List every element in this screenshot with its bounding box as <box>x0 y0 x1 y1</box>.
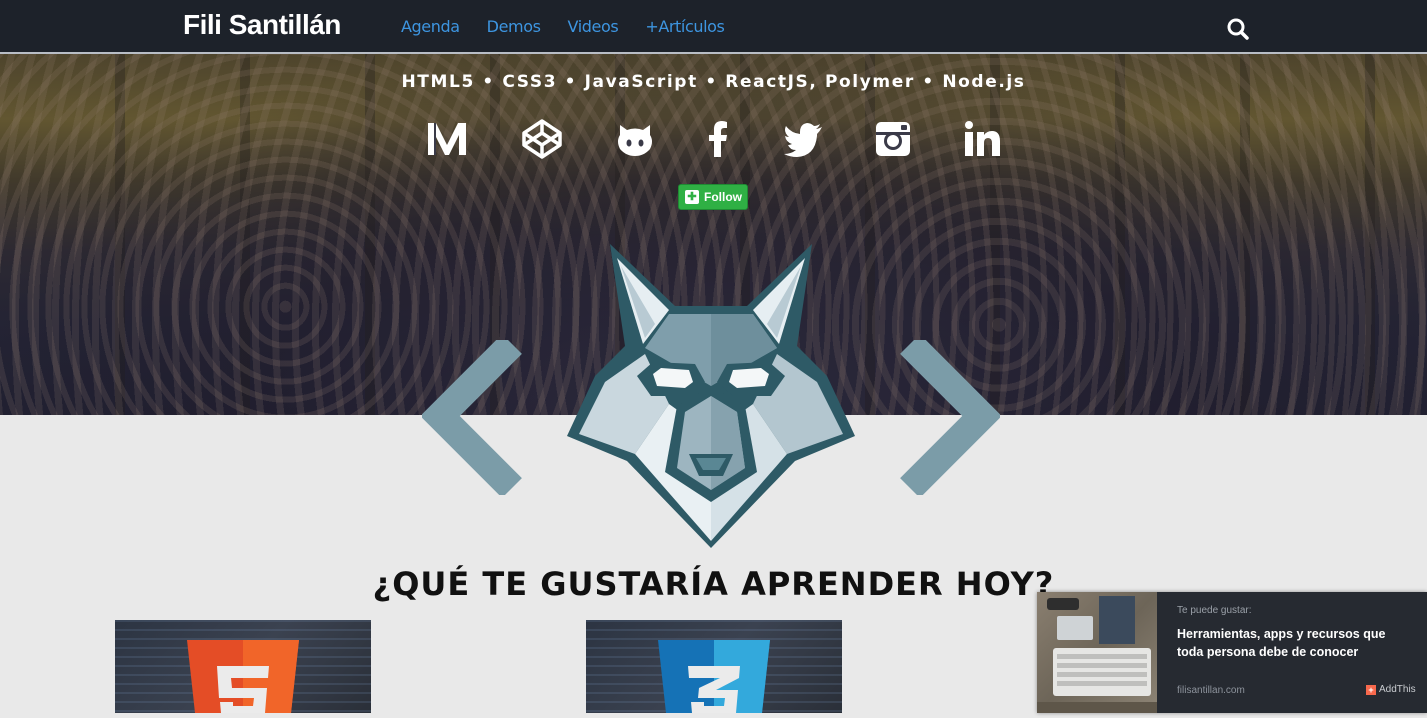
codepen-icon[interactable] <box>521 119 563 159</box>
css3-icon: 3 <box>658 640 770 713</box>
recommendation-site: filisantillan.com <box>1177 685 1245 696</box>
nav-link-videos[interactable]: Videos <box>568 17 619 36</box>
carousel-prev-arrow[interactable] <box>420 334 522 498</box>
top-navbar: Fili Santillán Agenda Demos Videos +Artí… <box>0 0 1427 54</box>
social-links <box>0 119 1427 159</box>
addthis-branding[interactable]: + AddThis <box>1366 684 1416 695</box>
github-icon[interactable] <box>614 119 656 159</box>
site-brand[interactable]: Fili Santillán <box>183 9 341 41</box>
follow-label: Follow <box>704 190 742 204</box>
search-icon[interactable] <box>1226 17 1250 41</box>
course-card-html5[interactable]: 5 <box>115 620 371 713</box>
nav-link-articulos[interactable]: +Artículos <box>645 17 725 36</box>
instagram-icon[interactable] <box>872 119 914 159</box>
twitter-icon[interactable] <box>782 119 824 159</box>
course-card-css3[interactable]: 3 <box>586 620 842 713</box>
follow-icon: ✚ <box>685 190 699 204</box>
recommendation-title[interactable]: Herramientas, apps y recursos que toda p… <box>1177 625 1409 661</box>
addthis-label: AddThis <box>1379 684 1416 695</box>
facebook-icon[interactable] <box>698 119 740 159</box>
nav-link-demos[interactable]: Demos <box>487 17 541 36</box>
addthis-icon: + <box>1366 684 1376 695</box>
recommendation-thumbnail <box>1037 592 1157 713</box>
medium-icon[interactable] <box>426 119 468 159</box>
follow-button[interactable]: ✚ Follow <box>678 184 748 210</box>
main-nav: Agenda Demos Videos +Artículos <box>401 17 751 36</box>
html5-icon: 5 <box>187 640 299 713</box>
linkedin-icon[interactable] <box>962 119 1004 159</box>
wolf-logo <box>565 236 857 552</box>
nav-link-agenda[interactable]: Agenda <box>401 17 460 36</box>
carousel-next-arrow[interactable] <box>900 334 1002 498</box>
recommendation-kicker: Te puede gustar: <box>1177 605 1252 616</box>
recommendation-popup[interactable]: Te puede gustar: Herramientas, apps y re… <box>1037 592 1427 713</box>
tech-stack-line: HTML5 • CSS3 • JavaScript • ReactJS, Pol… <box>401 72 1026 92</box>
